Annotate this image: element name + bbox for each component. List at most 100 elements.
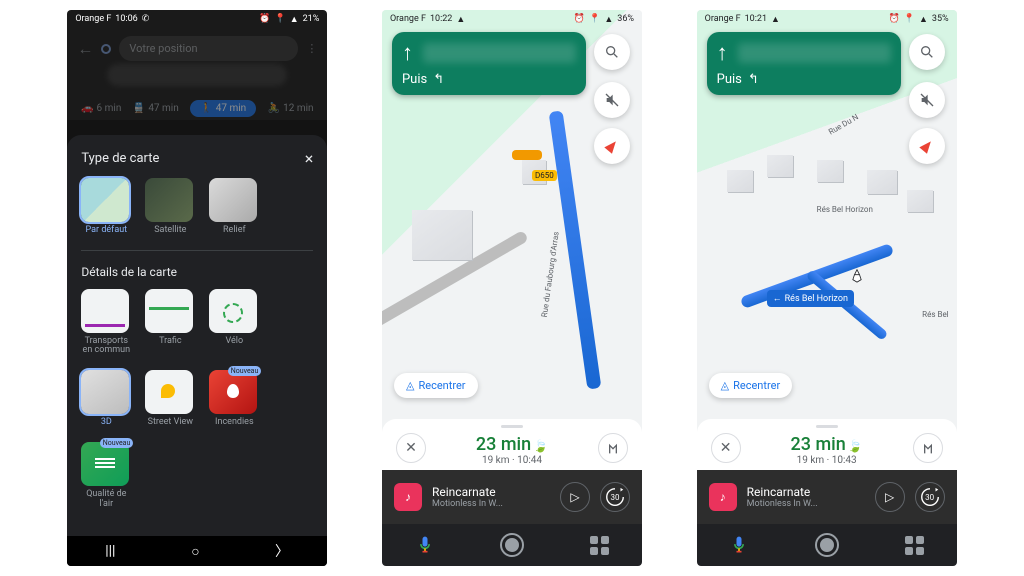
destination-pin	[847, 268, 867, 288]
street-label: Rés Bel Horizon	[817, 205, 873, 214]
skip30-button[interactable]: 30	[915, 482, 945, 512]
back-icon[interactable]: 〈	[275, 541, 289, 561]
search-button[interactable]	[909, 34, 945, 70]
detail-incendies[interactable]: Nouveau Incendies	[209, 370, 259, 428]
apps-button[interactable]	[590, 536, 609, 555]
recents-icon[interactable]: |||	[105, 543, 115, 559]
status-bar: Orange F 10:22 ▲ ⏰ 📍 ▲ 36%	[382, 10, 642, 28]
music-indicator-icon: ▲	[456, 14, 465, 25]
map-relief-icon	[209, 178, 257, 222]
music-app-icon[interactable]: ♪	[709, 483, 737, 511]
detail-transit[interactable]: Transports en commun	[81, 289, 131, 357]
fire-icon: Nouveau	[209, 370, 257, 414]
mute-button[interactable]	[594, 82, 630, 118]
close-button[interactable]: ×	[305, 149, 314, 168]
detail-3d[interactable]: 3D	[81, 370, 131, 428]
mute-button[interactable]	[909, 82, 945, 118]
compass-button[interactable]	[594, 128, 630, 164]
map-type-relief[interactable]: Relief	[209, 178, 259, 236]
battery-label: 21%	[303, 14, 320, 24]
detail-air[interactable]: Nouveau Qualité de l'air	[81, 442, 131, 510]
mode-car[interactable]: 🚗6 min	[81, 100, 121, 117]
car-icon: 🚗	[81, 103, 93, 114]
mode-transit[interactable]: 🚆47 min	[133, 100, 179, 117]
leaf-icon: 🍃	[533, 439, 548, 453]
street-name-blurred	[738, 43, 891, 63]
swap-icon[interactable]: ⋮	[306, 42, 317, 55]
origin-row: ← Votre position ⋮	[67, 30, 327, 67]
street-name-blurred	[423, 43, 576, 63]
trip-card[interactable]: ✕ 23 min🍃 19 km · 10:43	[697, 419, 957, 470]
music-bar: ♪ Reincarnate Motionless In W... ▷ 30	[382, 470, 642, 524]
destination-popup[interactable]: ← Rés Bel Horizon	[767, 290, 854, 307]
music-info[interactable]: Reincarnate Motionless In W...	[432, 485, 550, 509]
phone-screenshot-3: Rés Bel Horizon Rue Du N Rés Bel ← Rés B…	[697, 10, 957, 566]
status-bar: Orange F 10:06 ✆ ⏰ 📍 ▲ 21%	[67, 10, 327, 28]
routes-button[interactable]	[913, 433, 943, 463]
drag-handle[interactable]	[501, 425, 523, 428]
road-shield: D650	[532, 170, 557, 181]
location-icon: 📍	[589, 14, 600, 24]
music-app-icon[interactable]: ♪	[394, 483, 422, 511]
mode-bike[interactable]: 🚴12 min	[268, 100, 314, 117]
music-bar: ♪ Reincarnate Motionless In W... ▷ 30	[697, 470, 957, 524]
map-type-grid: Par défaut Satellite Relief	[81, 178, 313, 236]
close-trip-button[interactable]: ✕	[396, 433, 426, 463]
bike-icon: 🚴	[268, 103, 280, 114]
play-button[interactable]: ▷	[560, 482, 590, 512]
building-3d	[907, 190, 933, 212]
nav-direction-banner[interactable]: ↑ Puis ↰	[392, 32, 586, 95]
mode-walk[interactable]: 🚶47 min	[190, 100, 256, 117]
record-icon	[820, 538, 834, 552]
trip-card[interactable]: ✕ 23 min🍃 19 km · 10:44	[382, 419, 642, 470]
recenter-button[interactable]: ◬ Recentrer	[709, 373, 793, 398]
building-3d	[867, 170, 897, 194]
back-icon[interactable]: ←	[77, 39, 93, 59]
origin-input[interactable]: Votre position	[119, 36, 298, 61]
then-label: Puis	[717, 72, 742, 87]
map-type-default[interactable]: Par défaut	[81, 178, 131, 236]
clock-label: 10:06	[115, 14, 137, 24]
destination-input-blurred[interactable]	[107, 64, 287, 86]
detail-velo[interactable]: Vélo	[209, 289, 259, 357]
record-icon	[505, 538, 519, 552]
recenter-button[interactable]: ◬ Recentrer	[394, 373, 478, 398]
phone-screenshot-2: D650 Rue du Faubourg d'Arras Orange F 10…	[382, 10, 642, 566]
eta-label: 23 min	[476, 434, 531, 455]
turn-left-icon: ↰	[433, 72, 444, 87]
close-trip-button[interactable]: ✕	[711, 433, 741, 463]
divider	[81, 250, 313, 251]
map-type-satellite[interactable]: Satellite	[145, 178, 195, 236]
trafic-icon	[145, 289, 193, 333]
apps-button[interactable]	[905, 536, 924, 555]
arrow-left-icon: ←	[773, 293, 782, 304]
building-3d	[817, 160, 843, 182]
map-details-grid: Transports en commun Trafic Vélo 3D Stre…	[81, 289, 313, 510]
routes-icon	[605, 440, 621, 456]
eta-sub: 19 km · 10:44	[426, 455, 598, 466]
play-button[interactable]: ▷	[875, 482, 905, 512]
search-button[interactable]	[594, 34, 630, 70]
detail-trafic[interactable]: Trafic	[145, 289, 195, 357]
origin-dot-icon	[101, 44, 111, 54]
compass-button[interactable]	[909, 128, 945, 164]
turn-left-icon: ↰	[748, 72, 759, 87]
mic-button[interactable]	[415, 535, 435, 555]
home-icon[interactable]: ○	[191, 543, 199, 560]
location-icon: 📍	[274, 14, 285, 24]
record-button[interactable]	[500, 533, 524, 557]
assistant-nav-bar	[382, 524, 642, 566]
mic-button[interactable]	[729, 535, 749, 555]
music-info[interactable]: Reincarnate Motionless In W...	[747, 485, 865, 509]
routes-button[interactable]	[598, 433, 628, 463]
nav-direction-banner[interactable]: ↑ Puis ↰	[707, 32, 901, 95]
record-button[interactable]	[815, 533, 839, 557]
new-badge: Nouveau	[228, 366, 262, 376]
detail-streetview[interactable]: Street View	[145, 370, 195, 428]
battery-label: 36%	[617, 14, 634, 24]
streetview-icon	[145, 370, 193, 414]
skip30-button[interactable]: 30	[600, 482, 630, 512]
drag-handle[interactable]	[816, 425, 838, 428]
compass-icon	[604, 138, 619, 154]
music-indicator-icon: ▲	[771, 14, 780, 25]
